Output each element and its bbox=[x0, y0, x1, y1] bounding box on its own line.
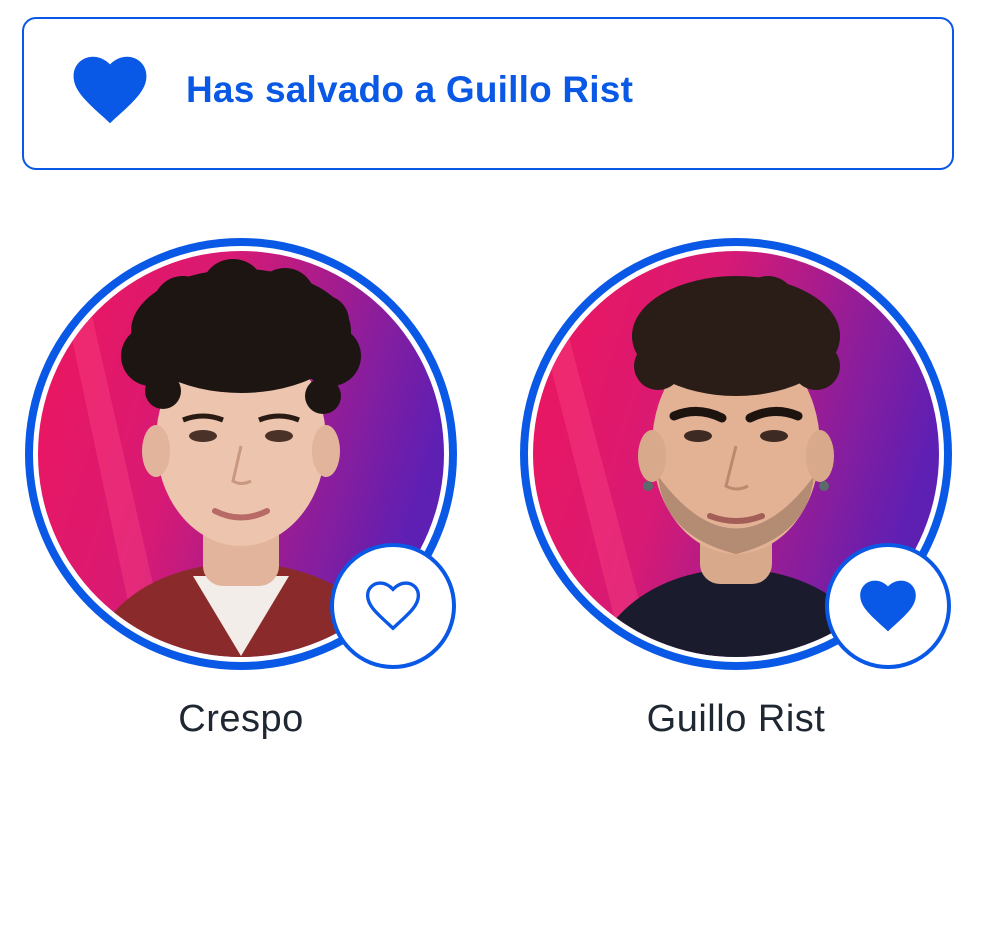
candidate-name: Crespo bbox=[178, 698, 304, 740]
heart-outline-icon bbox=[365, 581, 421, 631]
saved-confirmation-banner: Has salvado a Guillo Rist bbox=[22, 17, 954, 170]
save-contestant-screen: Has salvado a Guillo Rist Crespo Guillo … bbox=[0, 0, 1000, 945]
heart-filled-icon bbox=[860, 580, 916, 632]
heart-filled-icon bbox=[73, 56, 147, 124]
candidate-avatar bbox=[23, 236, 459, 672]
candidate-card-guillo-rist: Guillo Rist bbox=[518, 236, 958, 756]
vote-button[interactable] bbox=[330, 543, 456, 669]
saved-confirmation-message: Has salvado a Guillo Rist bbox=[186, 69, 634, 110]
candidate-card-crespo: Crespo bbox=[23, 236, 463, 756]
vote-button[interactable] bbox=[825, 543, 951, 669]
candidate-avatar bbox=[518, 236, 954, 672]
candidate-name: Guillo Rist bbox=[646, 698, 826, 740]
